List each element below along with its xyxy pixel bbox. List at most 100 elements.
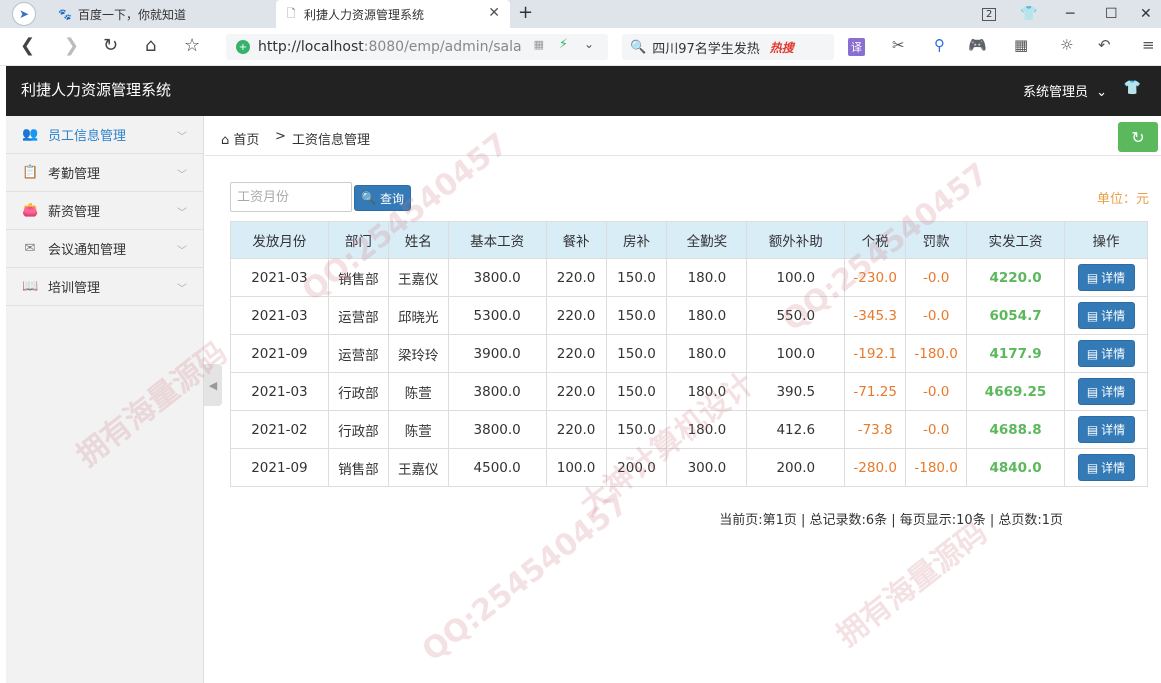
- query-button[interactable]: 🔍 查询: [354, 185, 411, 211]
- cell-actual: 4688.8: [966, 410, 1065, 449]
- cell-extra: 100.0: [746, 334, 846, 373]
- sidebar-collapse-toggle[interactable]: ◀: [204, 364, 222, 406]
- watermark-qq: QQ:254540457: [415, 486, 636, 669]
- chevron-down-icon: ﹀: [177, 170, 187, 181]
- grid-apps-icon[interactable]: ▦: [1014, 36, 1028, 54]
- detail-button[interactable]: ▤ 详情: [1077, 264, 1135, 291]
- cell-tax: -192.1: [844, 334, 907, 373]
- table-row: 2021-03 销售部 王嘉仪 3800.0 220.0 150.0 180.0…: [230, 258, 1148, 297]
- cell-month: 2021-03: [230, 296, 329, 335]
- detail-button[interactable]: ▤ 详情: [1077, 416, 1135, 443]
- close-tab-icon[interactable]: ✕: [488, 5, 500, 21]
- minimize-icon[interactable]: ─: [1066, 0, 1074, 28]
- cell-fine: -180.0: [905, 334, 968, 373]
- search-text: 四川97名学生发热: [652, 41, 760, 57]
- table-row: 2021-03 运营部 邱晓光 5300.0 220.0 150.0 180.0…: [230, 296, 1148, 335]
- detail-icon: ▤: [1086, 346, 1099, 361]
- home-icon[interactable]: ⌂: [145, 36, 156, 56]
- chevron-down-icon: ﹀: [177, 208, 187, 219]
- detail-button[interactable]: ▤ 详情: [1077, 340, 1135, 367]
- cell-housing: 200.0: [605, 448, 668, 487]
- cell-dept: 运营部: [327, 334, 389, 373]
- scissors-icon[interactable]: ✂: [892, 36, 905, 54]
- admin-menu[interactable]: 系统管理员 ⌄: [1023, 81, 1107, 100]
- translate-icon[interactable]: 译: [848, 38, 865, 56]
- cell-actual: 4840.0: [966, 448, 1065, 487]
- detail-button[interactable]: ▤ 详情: [1077, 378, 1135, 405]
- star-icon[interactable]: ☆: [184, 36, 200, 56]
- browser-tab-baidu[interactable]: 🐾 百度一下，你就知道: [50, 0, 276, 28]
- column-header-dept: 部门: [327, 221, 389, 259]
- cell-fine: -0.0: [905, 296, 968, 335]
- cell-attendance: 180.0: [666, 258, 748, 297]
- cell-attendance: 300.0: [666, 448, 748, 487]
- admin-label: 系统管理员: [1022, 85, 1088, 100]
- cell-fine: -0.0: [905, 372, 968, 411]
- cell-attendance: 180.0: [666, 334, 748, 373]
- cell-action: ▤ 详情: [1064, 372, 1148, 411]
- sidebar-item-salary[interactable]: 👛 薪资管理 ﹀: [6, 192, 203, 230]
- chevron-down-icon: ⌄: [1096, 85, 1107, 100]
- cell-base: 3800.0: [447, 410, 547, 449]
- column-header-meal: 餐补: [545, 221, 607, 259]
- breadcrumb-home[interactable]: ⌂ 首页: [221, 129, 259, 148]
- app-header: 利捷人力资源管理系统 系统管理员 ⌄ 👕: [6, 66, 1161, 116]
- home-icon: ⌂: [221, 133, 230, 148]
- sidebar-item-meeting-notice[interactable]: ✉ 会议通知管理 ﹀: [6, 230, 203, 268]
- detail-button[interactable]: ▤ 详情: [1077, 454, 1135, 481]
- column-header-extra: 额外补助: [746, 221, 846, 259]
- detail-button[interactable]: ▤ 详情: [1077, 302, 1135, 329]
- magnifier-icon[interactable]: ⚲: [934, 36, 945, 54]
- sidebar-item-employee-info[interactable]: 👥 员工信息管理 ﹀: [6, 116, 203, 154]
- cell-name: 邱晓光: [387, 296, 449, 335]
- sidebar-item-training[interactable]: 📖 培训管理 ﹀: [6, 268, 203, 306]
- cell-name: 王嘉仪: [387, 258, 449, 297]
- shirt-skin-icon[interactable]: 👕: [1020, 0, 1037, 28]
- cell-month: 2021-09: [230, 334, 329, 373]
- cell-base: 3800.0: [447, 372, 547, 411]
- sidebar-item-attendance[interactable]: 📋 考勤管理 ﹀: [6, 154, 203, 192]
- cell-month: 2021-09: [230, 448, 329, 487]
- maximize-icon[interactable]: ☐: [1105, 0, 1118, 28]
- chevron-down-icon: ﹀: [177, 284, 187, 295]
- clipboard-icon: 📋: [22, 165, 39, 180]
- cell-attendance: 180.0: [666, 296, 748, 335]
- column-header-actual: 实发工资: [966, 221, 1065, 259]
- refresh-button[interactable]: ↻: [1118, 122, 1158, 152]
- salary-month-input[interactable]: [230, 182, 352, 212]
- cell-tax: -345.3: [844, 296, 907, 335]
- url-path: :8080/emp/admin/sala: [363, 39, 522, 55]
- theme-shirt-icon[interactable]: 👕: [1124, 80, 1141, 96]
- search-box[interactable]: 🔍 四川97名学生发热 热搜: [622, 34, 834, 60]
- menu-icon[interactable]: ≡: [1142, 36, 1155, 54]
- qr-code-icon[interactable]: ▦: [534, 38, 544, 51]
- baidu-paw-icon: 🐾: [58, 7, 72, 21]
- address-bar[interactable]: + http://localhost:8080/emp/admin/sala ▦…: [226, 34, 608, 60]
- sidebar-item-label: 员工信息管理: [48, 129, 127, 144]
- new-tab-icon[interactable]: +: [518, 2, 533, 23]
- breadcrumb-separator: >: [275, 129, 286, 144]
- table-header-row: 发放月份 部门 姓名 基本工资 餐补 房补 全勤奖 额外补助 个税 罚款 实发工…: [230, 221, 1148, 259]
- column-header-fine: 罚款: [905, 221, 968, 259]
- cell-action: ▤ 详情: [1064, 448, 1148, 487]
- browser-tab-active[interactable]: 🗋 利捷人力资源管理系统 ✕: [276, 0, 510, 28]
- detail-icon: ▤: [1086, 384, 1099, 399]
- tab-count-badge[interactable]: 2: [982, 0, 997, 28]
- reload-icon[interactable]: ↻: [103, 36, 118, 56]
- browser-logo-icon[interactable]: ➤: [12, 2, 36, 26]
- column-header-action: 操作: [1064, 221, 1148, 259]
- cell-housing: 150.0: [605, 258, 668, 297]
- users-icon: 👥: [22, 127, 39, 142]
- gamepad-icon[interactable]: 🎮: [968, 36, 987, 54]
- cell-tax: -73.8: [844, 410, 907, 449]
- tab-title: 百度一下，你就知道: [78, 7, 187, 22]
- brightness-icon[interactable]: ☼: [1060, 36, 1073, 54]
- sidebar-item-label: 培训管理: [48, 281, 101, 296]
- cell-name: 梁玲玲: [387, 334, 449, 373]
- close-window-icon[interactable]: ✕: [1140, 0, 1152, 28]
- undo-icon[interactable]: ↶: [1098, 36, 1111, 54]
- chevron-down-icon[interactable]: ⌄: [584, 37, 594, 51]
- back-icon[interactable]: ❮: [20, 36, 35, 56]
- forward-icon[interactable]: ❯: [64, 36, 79, 56]
- lightning-icon[interactable]: ⚡: [559, 37, 568, 52]
